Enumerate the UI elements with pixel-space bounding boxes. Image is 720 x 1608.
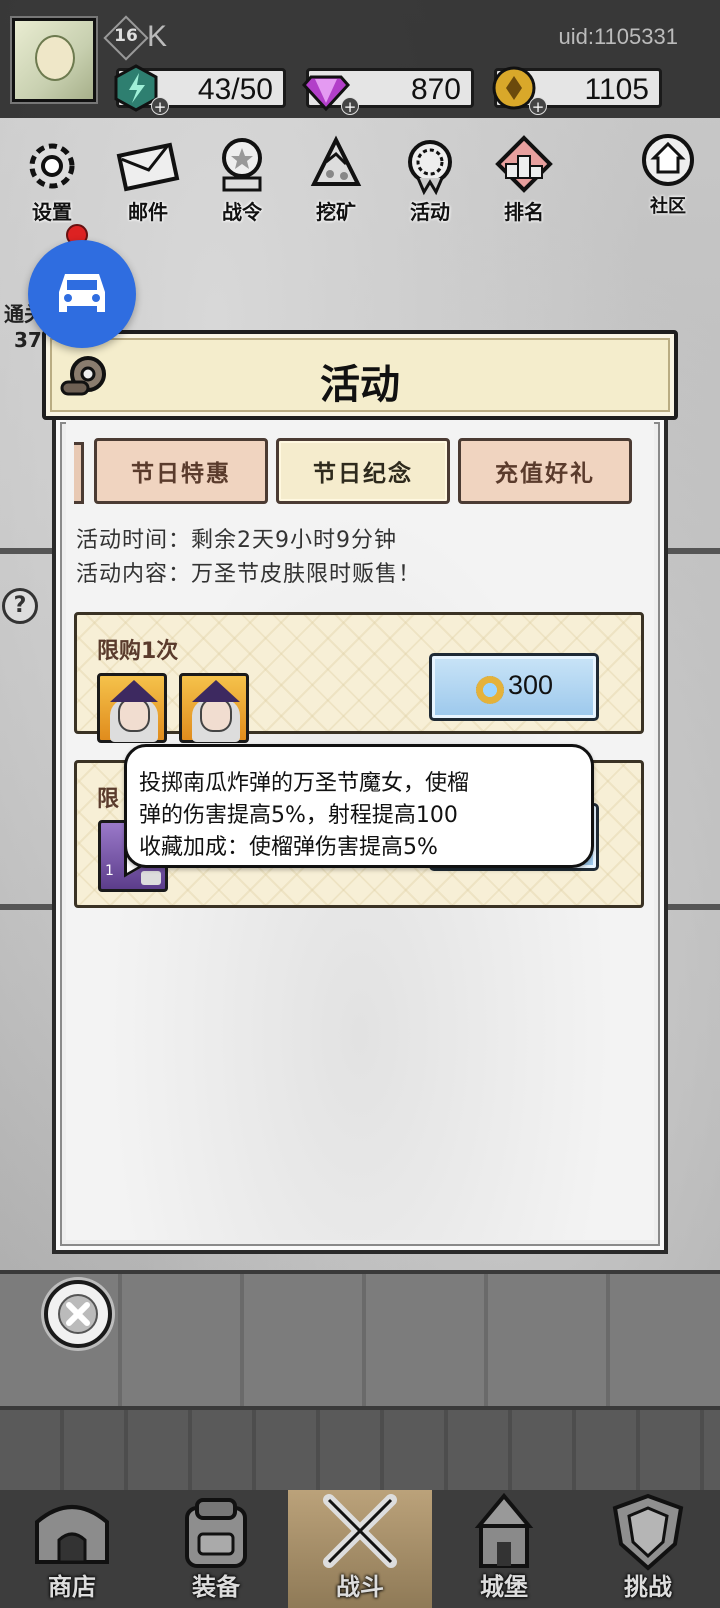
purchase-limit: 限购1次 [97,639,179,664]
menu-label: 挖矿 [316,200,356,224]
player-uid: uid:1105331 [558,24,679,49]
nav-castle[interactable]: 城堡 [432,1490,576,1608]
floating-car-button[interactable] [28,240,136,348]
close-icon [58,1294,98,1334]
community-home-icon [642,134,694,186]
side-stage-number: 37 [14,328,42,352]
gear-icon [29,143,75,189]
menu-label: 排名 [504,200,544,224]
car-icon [59,274,105,312]
purchase-limit: 限 [97,787,120,812]
tab-label: 充值好礼 [495,461,595,487]
battle-pass-icon [222,138,262,192]
add-coins-button[interactable]: + [529,97,547,116]
nav-label: 商店 [48,1573,96,1601]
menu-label: 邮件 [128,200,168,224]
backpack-icon [185,1498,247,1568]
activity-tabs: 节日特惠 节日纪念 充值好礼 [74,438,650,510]
price-value: 300 [508,670,554,700]
help-icon[interactable]: ? [2,588,38,624]
witch-skin-item[interactable] [179,673,249,743]
activity-title-bar: 活动 [42,330,678,420]
menu-label: 战令 [222,200,262,224]
item-tooltip: 投掷南瓜炸弹的万圣节魔女，使榴 弹的伤害提高5%，射程提高100 收藏加成：使榴… [124,744,594,868]
witch-hat-icon [110,680,158,702]
shop-icon [35,1505,109,1564]
tooltip-line: 弹的伤害提高5%，射程提高100 [139,803,458,828]
energy-counter: + 43/50 [114,64,286,116]
stone-floor [0,1410,720,1490]
avatar-face [35,35,75,81]
mail-icon [116,142,180,192]
coin-counter: + 1105 [492,66,662,116]
nav-equipment[interactable]: 装备 [144,1490,288,1608]
offer-card: 限购1次 300 [74,612,644,743]
activity-content: 活动内容：万圣节皮肤限时贩售！ [76,562,422,587]
tab-recharge-gifts[interactable]: 充值好礼 [458,438,632,504]
nav-challenge[interactable]: 挑战 [576,1490,720,1608]
witch-hat-icon [192,680,240,702]
tab-holiday-deals[interactable]: 节日特惠 [94,438,268,504]
buy-button[interactable]: 300 [429,653,599,721]
nav-battle[interactable]: 战斗 [288,1490,432,1608]
close-button[interactable] [44,1280,112,1348]
menu-community[interactable]: 社区 [626,130,710,220]
nav-label: 城堡 [480,1573,528,1601]
menu-label: 社区 [650,196,686,217]
menu-mining[interactable]: 挖矿 [294,134,378,224]
menu-ranking[interactable]: 排名 [482,134,566,224]
player-avatar[interactable] [10,16,98,104]
player-level: 16 [114,26,138,46]
menu-settings[interactable]: 设置 [10,134,94,224]
activity-time: 活动时间：剩余2天9小时9分钟 [76,528,397,553]
item-art [200,698,232,732]
tab-holiday-memorial[interactable]: 节日纪念 [276,438,450,504]
menu-label: 活动 [410,200,450,224]
energy-value: 43/50 [197,73,273,106]
nav-shop[interactable]: 商店 [0,1490,144,1608]
mining-icon [310,135,362,186]
bottom-navigation: 商店 装备 战斗 城堡 挑战 [0,1490,720,1608]
nav-label: 战斗 [336,1573,384,1601]
tab-label: 节日纪念 [313,461,413,487]
wooden-floor [0,1270,720,1410]
ranking-icon [495,135,553,193]
tab-scroll-edge [74,442,84,504]
castle-icon [474,1492,534,1568]
player-name: K [147,20,168,53]
menu-battle-pass[interactable]: 战令 [200,134,284,224]
crossed-swords-icon [323,1494,397,1568]
item-count: 1 [105,863,114,879]
tooltip-line: 投掷南瓜炸弹的万圣节魔女，使榴 [139,771,470,796]
menu-label: 设置 [32,200,72,224]
coins-value: 1105 [584,73,649,106]
add-energy-button[interactable]: + [151,97,169,116]
nav-label: 挑战 [624,1573,672,1601]
gems-value: 870 [410,73,461,106]
shield-icon [612,1493,684,1571]
add-gems-button[interactable]: + [341,97,359,116]
tooltip-line: 收藏加成：使榴弹伤害提高5% [139,835,438,860]
dialog-title: 活动 [320,362,400,408]
currency-coin-icon [476,676,504,704]
item-art [118,698,150,732]
menu-event[interactable]: 活动 [388,134,472,224]
tag-icon [141,871,161,885]
witch-skin-item[interactable] [97,673,167,743]
menu-mail[interactable]: 邮件 [106,134,190,224]
nav-label: 装备 [192,1573,240,1601]
gem-counter: + 870 [301,68,474,116]
tab-label: 节日特惠 [131,461,231,487]
event-icon [408,140,452,196]
